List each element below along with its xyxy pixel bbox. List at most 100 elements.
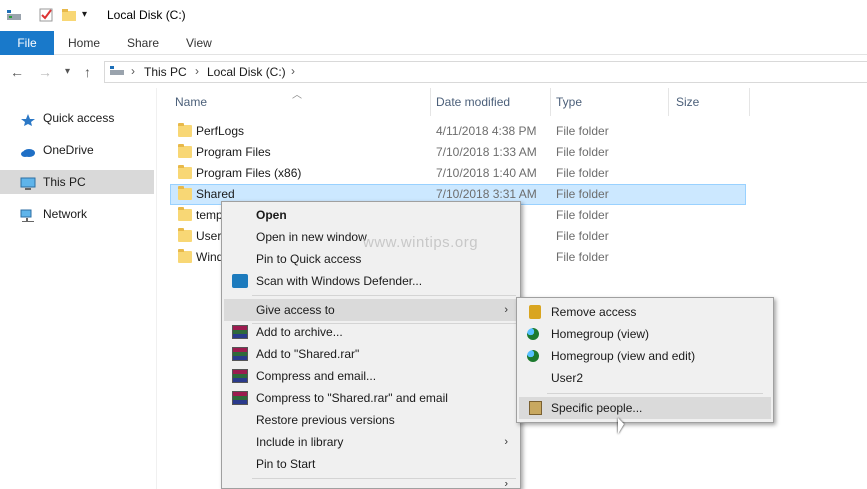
tab-file[interactable]: File (0, 31, 54, 55)
column-header-type[interactable]: Type (550, 88, 668, 116)
nav-item-network[interactable]: Network (0, 202, 154, 226)
file-name: temp (196, 208, 223, 222)
submenu-chevron-icon: › (504, 304, 508, 316)
folder-icon (178, 207, 192, 221)
breadcrumb-separator-icon[interactable]: › (291, 64, 295, 78)
file-name: Program Files (196, 145, 271, 159)
nav-item-label: OneDrive (43, 143, 94, 157)
nav-item-quick-access[interactable]: Quick access (0, 106, 154, 130)
submenu-item-specific-people[interactable]: Specific people... (519, 397, 771, 419)
submenu-item-remove-access[interactable]: Remove access (519, 301, 771, 323)
submenu-chevron-icon: › (504, 436, 508, 448)
recent-locations-chevron-icon[interactable]: ▾ (65, 66, 70, 77)
submenu-item-homegroup-view[interactable]: Homegroup (view) (519, 323, 771, 345)
ribbon-tabs: File Home Share View (0, 31, 867, 55)
back-arrow-icon[interactable]: ← (10, 64, 24, 80)
column-header-name[interactable]: Name (169, 88, 430, 116)
properties-icon[interactable] (39, 8, 55, 22)
watermark-text: www.wintips.org (363, 234, 479, 251)
menu-item-open[interactable]: Open (224, 204, 518, 226)
column-separator[interactable] (668, 88, 669, 116)
folder-icon (178, 144, 192, 158)
folder-icon (178, 228, 192, 242)
menu-item-give-access[interactable]: Give access to › (224, 299, 518, 321)
file-date: 4/11/2018 4:38 PM (436, 124, 537, 138)
file-name: Shared (196, 187, 235, 201)
breadcrumb-separator-icon[interactable]: › (131, 64, 135, 78)
menu-item-compress-rar-email[interactable]: Compress to "Shared.rar" and email (224, 387, 518, 409)
menu-item-pin-quick-access[interactable]: Pin to Quick access (224, 248, 518, 270)
title-bar: ▾ Local Disk (C:) (0, 0, 867, 31)
menu-item-include-library[interactable]: Include in library › (224, 431, 518, 453)
up-arrow-icon[interactable]: ↑ (84, 64, 91, 80)
table-row[interactable]: Program Files 7/10/2018 1:33 AM File fol… (170, 142, 746, 163)
homegroup-icon (527, 350, 539, 362)
file-date: 7/10/2018 3:31 AM (436, 187, 537, 201)
tab-view[interactable]: View (176, 31, 222, 55)
menu-separator (547, 393, 763, 394)
table-row[interactable]: PerfLogs 4/11/2018 4:38 PM File folder (170, 121, 746, 142)
tab-home[interactable]: Home (58, 31, 110, 55)
file-name: Wind (196, 250, 224, 264)
table-row[interactable]: Program Files (x86) 7/10/2018 1:40 AM Fi… (170, 163, 746, 184)
winrar-icon (232, 347, 248, 361)
column-header-date-modified[interactable]: Date modified (430, 88, 550, 116)
file-date: 7/10/2018 1:33 AM (436, 145, 537, 159)
folder-icon (178, 186, 192, 200)
network-icon (20, 207, 36, 222)
cloud-icon (20, 143, 36, 157)
tab-share[interactable]: Share (117, 31, 169, 55)
file-type: File folder (556, 250, 609, 264)
lock-icon (529, 305, 541, 319)
file-type: File folder (556, 208, 609, 222)
menu-item-pin-start[interactable]: Pin to Start (224, 453, 518, 475)
folder-icon (178, 165, 192, 179)
winrar-icon (232, 391, 248, 405)
menu-item-add-to-rar[interactable]: Add to "Shared.rar" (224, 343, 518, 365)
address-bar[interactable]: › This PC › Local Disk (C:) › (104, 61, 867, 83)
folder-icon (178, 249, 192, 263)
file-name: User (196, 229, 222, 243)
file-name: Program Files (x86) (196, 166, 302, 180)
navigation-pane: Quick access OneDrive This PC Network (0, 88, 156, 489)
submenu-item-homegroup-edit[interactable]: Homegroup (view and edit) (519, 345, 771, 367)
menu-separator (252, 295, 516, 296)
breadcrumb-separator-icon[interactable]: › (195, 64, 199, 78)
customize-toolbar-icon[interactable]: ▾ (82, 9, 98, 23)
winrar-icon (232, 369, 248, 383)
folder-icon (178, 123, 192, 137)
breadcrumb-local-disk[interactable]: Local Disk (C:) (207, 65, 286, 79)
nav-item-label: Network (43, 207, 88, 221)
column-separator[interactable] (749, 88, 750, 116)
mouse-cursor-icon (618, 418, 624, 434)
defender-shield-icon (232, 274, 248, 288)
menu-item-add-archive[interactable]: Add to archive... (224, 321, 518, 343)
pane-divider[interactable] (156, 88, 157, 489)
breadcrumb-this-pc[interactable]: This PC (144, 65, 187, 79)
submenu-item-user2[interactable]: User2 (519, 367, 771, 389)
nav-item-onedrive[interactable]: OneDrive (0, 138, 154, 162)
menu-item-compress-email[interactable]: Compress and email... (224, 365, 518, 387)
file-type: File folder (556, 145, 609, 159)
computer-icon (20, 175, 36, 190)
menu-item-partial[interactable]: › (224, 482, 518, 488)
menu-item-restore-versions[interactable]: Restore previous versions (224, 409, 518, 431)
new-folder-icon[interactable] (61, 8, 77, 22)
homegroup-icon (527, 328, 539, 340)
drive-icon (6, 8, 22, 22)
people-icon (529, 401, 542, 415)
forward-arrow-icon[interactable]: → (38, 64, 52, 80)
menu-separator (252, 478, 516, 479)
nav-item-this-pc[interactable]: This PC (0, 170, 154, 194)
menu-item-scan-defender[interactable]: Scan with Windows Defender... (224, 270, 518, 292)
file-type: File folder (556, 124, 609, 138)
file-type: File folder (556, 187, 609, 201)
window-title: Local Disk (C:) (107, 8, 186, 22)
submenu-chevron-icon: › (504, 482, 508, 488)
navigation-bar: ← → ▾ ↑ › This PC › Local Disk (C:) › (0, 56, 867, 88)
star-icon (20, 111, 36, 126)
file-name: PerfLogs (196, 124, 245, 138)
file-type: File folder (556, 166, 609, 180)
column-header-size[interactable]: Size (670, 88, 750, 116)
computer-small-icon (109, 65, 125, 80)
